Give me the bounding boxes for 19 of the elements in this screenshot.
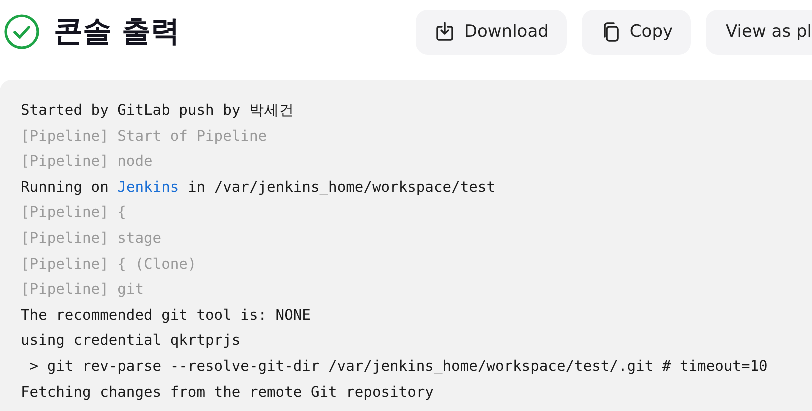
pipeline-log-line: [Pipeline] git (21, 280, 144, 300)
pipeline-log-line: [Pipeline] { (Clone) (21, 254, 197, 275)
copy-button[interactable]: Copy (582, 10, 692, 54)
pipeline-log-line: [Pipeline] { (21, 203, 126, 224)
pipeline-log-line: [Pipeline] node (21, 152, 153, 172)
download-icon (436, 22, 454, 42)
page-title: 콘솔 출력 (54, 13, 182, 50)
pipeline-log-line: [Pipeline] Start of Pipeline (21, 126, 268, 147)
pipeline-log-line: [Pipeline] stage (21, 228, 162, 249)
view-button[interactable]: View as pl (706, 10, 812, 54)
log-line: > git rev-parse --resolve-git-dir /var/jenkins_home/workspace/test/.git # timeout=10 (28, 356, 768, 377)
log-line: Running on Jenkins in /var/jenkins_home/workspace/test (21, 178, 496, 198)
log-line: using credential qkrtprjs (21, 331, 241, 352)
download-button[interactable]: Download (416, 10, 567, 54)
log-line: Started by GitLab push by 박세건 (21, 101, 294, 121)
log-line: Fetching changes from the remote Git repository (21, 382, 434, 403)
node-link[interactable]: Jenkins (118, 178, 180, 196)
copy-icon (602, 22, 620, 42)
log-line: The recommended git tool is: NONE (21, 306, 311, 326)
